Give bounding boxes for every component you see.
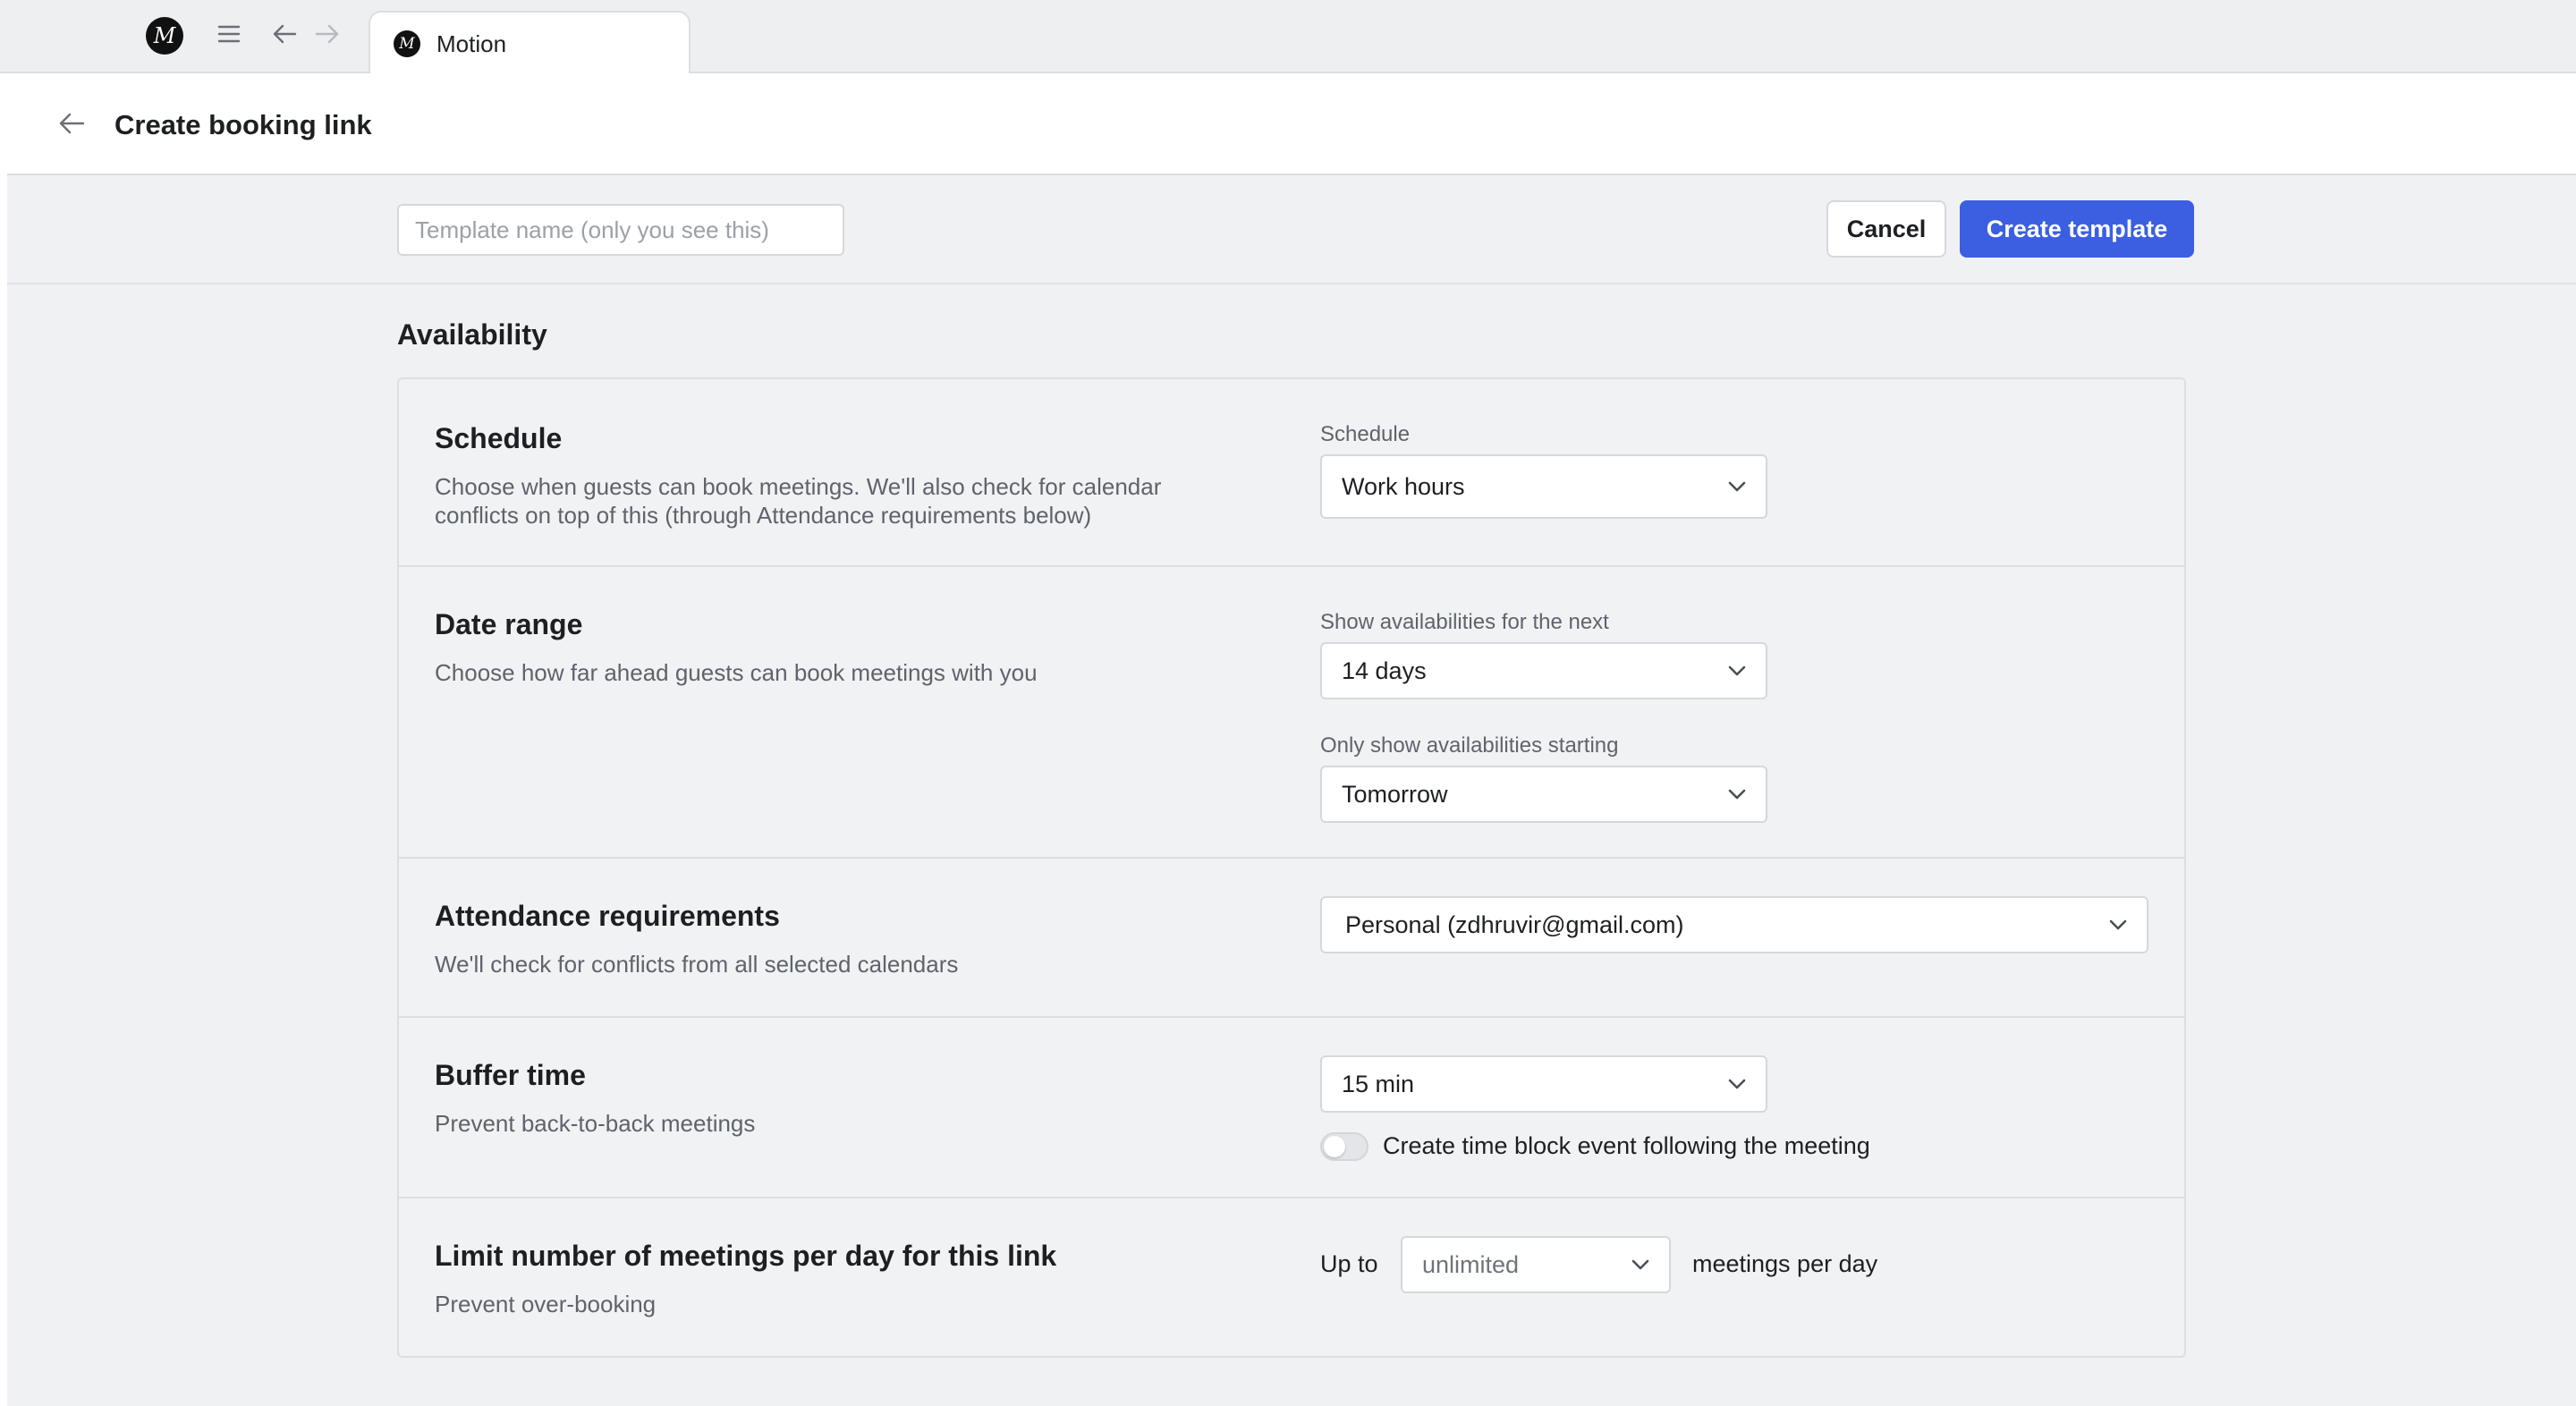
nav-forward-icon[interactable] [309,16,345,52]
calendar-select[interactable]: Personal (zdhruvir@gmail.com) [1320,896,2148,953]
template-name-input[interactable] [397,204,844,256]
motion-logo-icon[interactable]: M [146,17,183,55]
menu-icon[interactable] [211,16,247,52]
availability-start-select[interactable]: Tomorrow [1320,766,1767,823]
schedule-row: Schedule Choose when guests can book mee… [399,379,2184,567]
cancel-button[interactable]: Cancel [1826,200,1946,258]
nav-back-icon[interactable] [267,16,302,52]
time-block-toggle[interactable] [1320,1132,1368,1161]
date-range-description: Choose how far ahead guests can book mee… [435,659,1038,686]
attendance-title: Attendance requirements [435,900,780,932]
chevron-down-icon [1728,478,1746,495]
availability-start-value: Tomorrow [1342,780,1448,808]
arrow-left-icon [59,113,85,134]
availability-card: Schedule Choose when guests can book mee… [397,377,2186,1358]
browser-chrome: M M Motion [0,0,2576,75]
limit-suffix: meetings per day [1692,1250,1878,1277]
limit-title: Limit number of meetings per day for thi… [435,1240,1057,1272]
availability-next-label: Show availabilities for the next [1320,610,1609,634]
limit-description: Prevent over-booking [435,1291,657,1317]
motion-tab-icon: M [394,30,420,57]
page-title: Create booking link [114,109,372,140]
create-template-button[interactable]: Create template [1960,200,2194,258]
availability-start-label: Only show availabilities starting [1320,733,1619,758]
chevron-down-icon [1728,1075,1746,1093]
limit-prefix: Up to [1320,1250,1378,1277]
tab-title: Motion [436,30,507,57]
tab-motion[interactable]: M Motion [369,11,691,75]
chevron-down-icon [1631,1256,1649,1274]
schedule-field-label: Schedule [1320,422,1411,446]
buffer-title: Buffer time [435,1059,586,1091]
schedule-description: Choose when guests can book meetings. We… [435,473,1162,529]
toggle-knob [1324,1136,1345,1157]
availability-next-value: 14 days [1342,656,1427,684]
schedule-select[interactable]: Work hours [1320,454,1767,519]
page-header: Create booking link [7,73,2576,175]
chevron-down-icon [2109,916,2127,934]
template-toolbar: Cancel Create template [7,175,2576,284]
schedule-select-value: Work hours [1342,472,1465,500]
date-range-row: Date range Choose how far ahead guests c… [399,567,2184,859]
back-button[interactable] [54,106,89,141]
availability-next-select[interactable]: 14 days [1320,642,1767,699]
time-block-toggle-label: Create time block event following the me… [1383,1132,1870,1159]
limit-row: Limit number of meetings per day for thi… [399,1198,2184,1358]
chevron-down-icon [1728,785,1746,803]
attendance-description: We'll check for conflicts from all selec… [435,951,959,978]
calendar-select-value: Personal (zdhruvir@gmail.com) [1345,911,1684,938]
buffer-description: Prevent back-to-back meetings [435,1110,756,1137]
window-edge [0,73,7,1406]
buffer-row: Buffer time Prevent back-to-back meeting… [399,1018,2184,1198]
limit-select[interactable]: unlimited [1401,1236,1671,1293]
attendance-row: Attendance requirements We'll check for … [399,859,2184,1018]
chevron-down-icon [1728,662,1746,680]
limit-select-value: unlimited [1422,1250,1520,1278]
buffer-select-value: 15 min [1342,1070,1415,1097]
buffer-select[interactable]: 15 min [1320,1055,1767,1113]
schedule-title: Schedule [435,422,563,454]
date-range-title: Date range [435,608,583,640]
availability-heading: Availability [397,318,547,351]
